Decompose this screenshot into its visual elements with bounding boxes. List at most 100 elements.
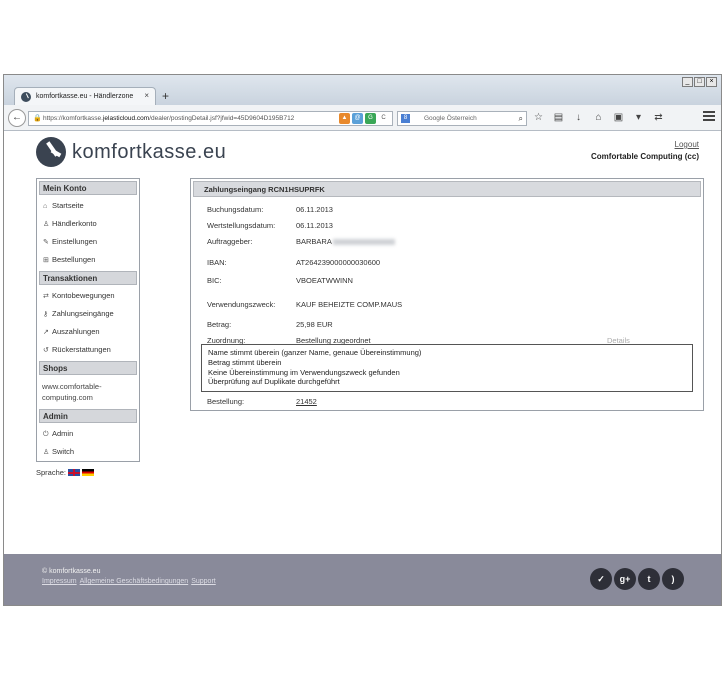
field-label: Verwendungszweck: (207, 300, 276, 309)
payout-icon: ↗ (43, 329, 49, 336)
site-logo[interactable]: komfortkasse.eu (36, 137, 226, 167)
search-bar[interactable]: 8 Google Österreich ⌕ (397, 111, 527, 126)
posting-detail-panel: Zahlungseingang RCN1HSUPRFK Buchungsdatu… (190, 178, 704, 411)
google-engine-icon[interactable]: 8 (401, 114, 410, 123)
field-value-wrapper: BARBARA (296, 237, 395, 246)
sidebar: Mein Konto ⌂ Startseite ♙ Händlerkonto ✎ Ei… (36, 178, 140, 462)
field-value: AT264239000000030600 (296, 258, 381, 267)
url-path: /dealer/postingDetail.jsf?jfwid=45D9604D… (149, 115, 295, 122)
maximize-button[interactable]: □ (694, 77, 705, 87)
bookmark-star-icon[interactable]: ☆ (532, 110, 545, 125)
lock-icon: 🔒 (33, 115, 42, 122)
footer-link-support[interactable]: Support (191, 578, 216, 585)
title-bar: komfortkasse.eu - Händlerzone × + _ □ × (4, 75, 721, 105)
match-line: Überprüfung auf Duplikate durchgeführt (208, 377, 340, 387)
sidebar-item-label: Startseite (52, 201, 84, 210)
section-shops: Shops (39, 361, 137, 375)
dropdown-icon[interactable]: ▾ (632, 110, 645, 125)
match-result-box: Name stimmt überein (ganzer Name, genaue… (201, 344, 693, 392)
new-tab-button[interactable]: + (162, 89, 169, 103)
sidebar-item-auszahlungen[interactable]: ↗ Auszahlungen (37, 323, 139, 341)
tab-close-icon[interactable]: × (144, 91, 149, 100)
close-window-button[interactable]: × (706, 77, 717, 87)
back-button[interactable]: ← (8, 109, 26, 127)
field-value: 06.11.2013 (296, 205, 333, 214)
sidebar-item-startseite[interactable]: ⌂ Startseite (37, 197, 139, 215)
url-host: jelasticloud.com (102, 115, 150, 122)
browser-window: komfortkasse.eu - Händlerzone × + _ □ × … (3, 74, 722, 606)
google-plus-icon[interactable]: g+ (614, 568, 636, 590)
cart-icon: ⊞ (43, 257, 49, 264)
field-label: Auftraggeber: (207, 237, 253, 246)
arrows-icon: ⇄ (43, 293, 49, 300)
screenshot-icon[interactable]: ▣ (612, 110, 625, 125)
sidebar-item-label: Auszahlungen (52, 327, 100, 336)
reload-icon[interactable]: C (378, 113, 389, 124)
window-controls: _ □ × (682, 77, 717, 87)
addon-orange-icon[interactable]: ▲ (339, 113, 350, 124)
match-line: Name stimmt überein (ganzer Name, genaue… (208, 348, 422, 357)
download-icon[interactable]: ↓ (572, 110, 585, 125)
sidebar-item-kontobewegungen[interactable]: ⇄ Kontobewegungen (37, 287, 139, 305)
hamburger-menu-icon[interactable] (703, 111, 715, 123)
key-icon: ⚷ (43, 311, 49, 318)
field-label: IBAN: (207, 258, 227, 267)
language-label: Sprache: (36, 468, 67, 477)
sidebar-item-switch[interactable]: ♙ Switch (37, 443, 139, 461)
addon-green-g-icon[interactable]: G (365, 113, 376, 124)
tab-title: komfortkasse.eu - Händlerzone (36, 93, 134, 100)
field-label: Betrag: (207, 320, 232, 329)
sidebar-item-label: Bestellungen (52, 255, 96, 264)
field-label: Buchungsdatum: (207, 205, 264, 214)
url-prefix: https://komfortkasse. (43, 115, 103, 122)
rss-icon[interactable]: ) (662, 568, 684, 590)
page-content: komfortkasse.eu Logout Comfortable Compu… (4, 132, 721, 554)
search-placeholder: Google Österreich (424, 115, 477, 122)
komfortkasse-social-icon[interactable]: ✓ (590, 568, 612, 590)
site-favicon-icon (21, 91, 31, 102)
extension-icon[interactable]: ⇄ (652, 110, 665, 125)
home-icon[interactable]: ⌂ (592, 110, 605, 125)
section-mein-konto: Mein Konto (39, 181, 137, 195)
section-admin: Admin (39, 409, 137, 423)
match-line: Keine Übereinstimmung im Verwendungszwec… (208, 367, 400, 377)
sidebar-item-zahlungseingaenge[interactable]: ⚷ Zahlungseingänge (37, 305, 139, 323)
sidebar-item-admin[interactable]: ⏻ Admin (37, 425, 139, 443)
sidebar-item-rueckerstattungen[interactable]: ↺ Rückerstattungen (37, 341, 139, 359)
browser-tab[interactable]: komfortkasse.eu - Händlerzone × (14, 87, 156, 105)
sidebar-item-label: Rückerstattungen (52, 345, 111, 354)
address-bar[interactable]: 🔒 https://komfortkasse.jelasticloud.com/… (28, 111, 393, 126)
sidebar-item-bestellungen[interactable]: ⊞ Bestellungen (37, 251, 139, 269)
panel-title: Zahlungseingang RCN1HSUPRFK (193, 181, 701, 197)
field-label: Wertstellungsdatum: (207, 221, 276, 230)
sidebar-item-einstellungen[interactable]: ✎ Einstellungen (37, 233, 139, 251)
footer-copyright: © komfortkasse.eu (42, 568, 101, 575)
toolbar-icons: ☆ ▤ ↓ ⌂ ▣ ▾ ⇄ (532, 110, 665, 125)
field-label: Bestellung: (207, 397, 245, 406)
company-name: Comfortable Computing (cc) (591, 152, 699, 161)
reading-list-icon[interactable]: ▤ (552, 110, 565, 125)
url-addon-icons: ▲ @ G C (339, 113, 389, 124)
uk-flag-icon[interactable] (68, 469, 81, 476)
footer-links: Impressum Allgemeine Geschäftsbedingunge… (42, 578, 216, 585)
field-value: 25,98 EUR (296, 320, 333, 329)
match-line: Betrag stimmt überein (208, 357, 282, 367)
footer-link-impressum[interactable]: Impressum (42, 578, 77, 585)
addon-swirl-icon[interactable]: @ (352, 113, 363, 124)
minimize-button[interactable]: _ (682, 77, 693, 87)
power-icon: ⏻ (43, 431, 49, 438)
language-selector: Sprache: (36, 468, 95, 477)
twitter-icon[interactable]: t (638, 568, 660, 590)
logout-link[interactable]: Logout (675, 140, 699, 149)
order-link[interactable]: 21452 (296, 397, 317, 406)
refund-icon: ↺ (43, 347, 49, 354)
sidebar-item-shop[interactable]: www.comfortable-computing.com (37, 377, 139, 407)
home-icon: ⌂ (43, 203, 48, 210)
wrench-icon: ✎ (43, 239, 49, 246)
search-icon[interactable]: ⌕ (519, 112, 523, 125)
user-icon: ♙ (43, 449, 50, 456)
footer-link-agb[interactable]: Allgemeine Geschäftsbedingungen (80, 578, 189, 585)
sidebar-item-haendlerkonto[interactable]: ♙ Händlerkonto (37, 215, 139, 233)
social-icons: ✓ g+ t ) (590, 568, 684, 590)
german-flag-icon[interactable] (82, 469, 95, 476)
